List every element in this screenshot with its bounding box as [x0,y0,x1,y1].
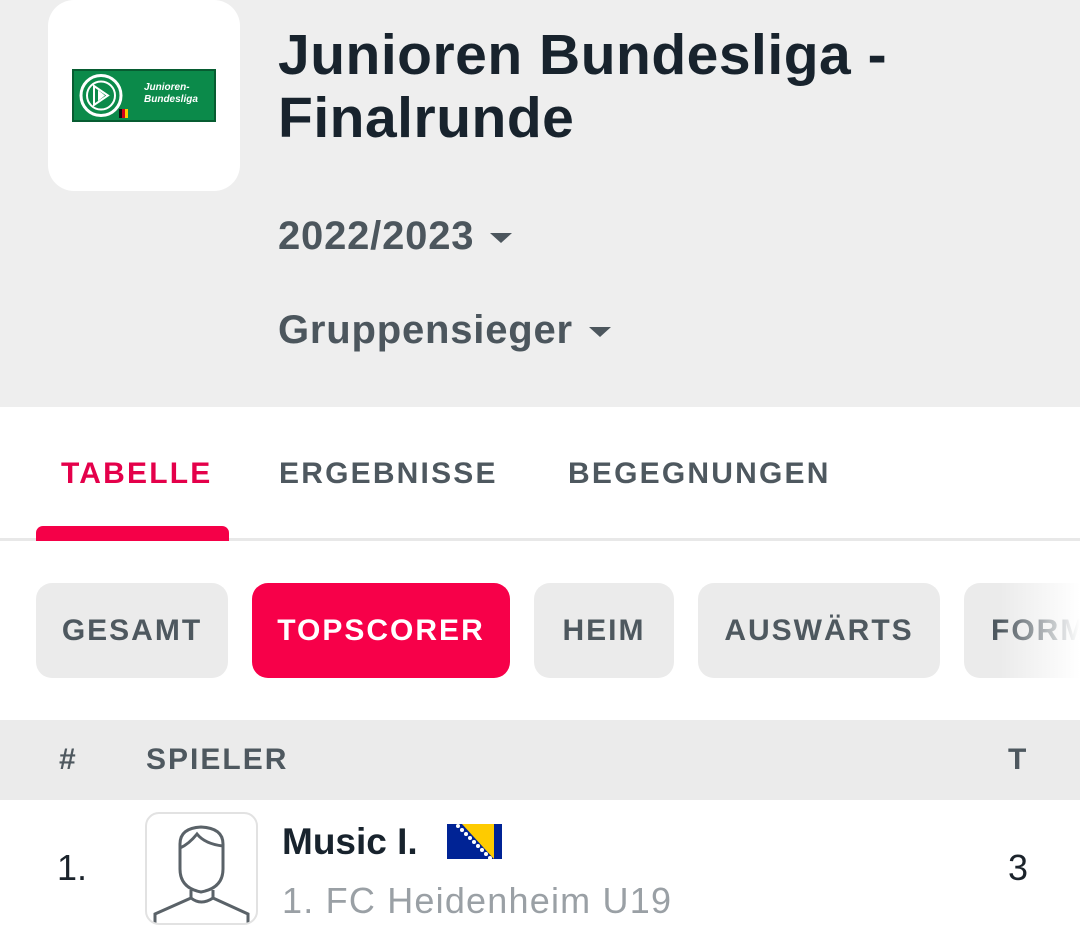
round-dropdown[interactable]: Gruppensieger [278,308,611,353]
table-header: # SPIELER T [0,720,1080,800]
logo-text-line1: Junioren- [144,82,190,93]
round-label: Gruppensieger [278,308,573,352]
junioren-bundesliga-logo: Junioren- Bundesliga [72,69,216,122]
competition-logo-tile: Junioren- Bundesliga [48,0,240,191]
player-name: Music I. [282,821,418,862]
player-avatar [145,812,258,925]
filter-chip-auswaerts[interactable]: AUSWÄRTS [698,583,940,678]
season-label: 2022/2023 [278,214,475,258]
filter-chip-heim[interactable]: HEIM [534,583,674,678]
competition-header: Junioren- Bundesliga Junioren Bundesliga… [0,0,1080,407]
active-tab-indicator [36,526,229,541]
filter-chip-bar: GESAMT TOPSCORER HEIM AUSWÄRTS FORM [0,583,1080,678]
filter-chip-topscorer[interactable]: TOPSCORER [252,583,510,678]
caret-down-icon [588,326,611,337]
tab-ergebnisse[interactable]: ERGEBNISSE [279,457,498,491]
competition-title: Junioren Bundesliga - Finalrunde [278,23,888,150]
season-dropdown[interactable]: 2022/2023 [278,214,513,259]
column-header-player: SPIELER [146,743,289,776]
tab-tabelle[interactable]: TABELLE [61,457,213,491]
table-row[interactable]: 1. Music I. 1. FC Heidenheim U19 3 [0,800,1080,933]
column-header-goals[interactable]: T [1008,743,1028,777]
column-header-rank: # [59,743,78,776]
bosnia-herzegovina-flag-icon [447,824,502,859]
person-placeholder-icon [153,825,250,923]
logo-text-line2: Bundesliga [144,94,198,105]
tab-begegnungen[interactable]: BEGEGNUNGEN [568,457,831,491]
player-team: 1. FC Heidenheim U19 [282,880,673,921]
filter-chip-form[interactable]: FORM [964,583,1080,678]
player-goals: 3 [1008,847,1029,888]
player-rank: 1. [57,847,88,888]
filter-chip-gesamt[interactable]: GESAMT [36,583,228,678]
tab-bar: TABELLE ERGEBNISSE BEGEGNUNGEN [0,407,1080,541]
caret-down-icon [490,232,513,243]
